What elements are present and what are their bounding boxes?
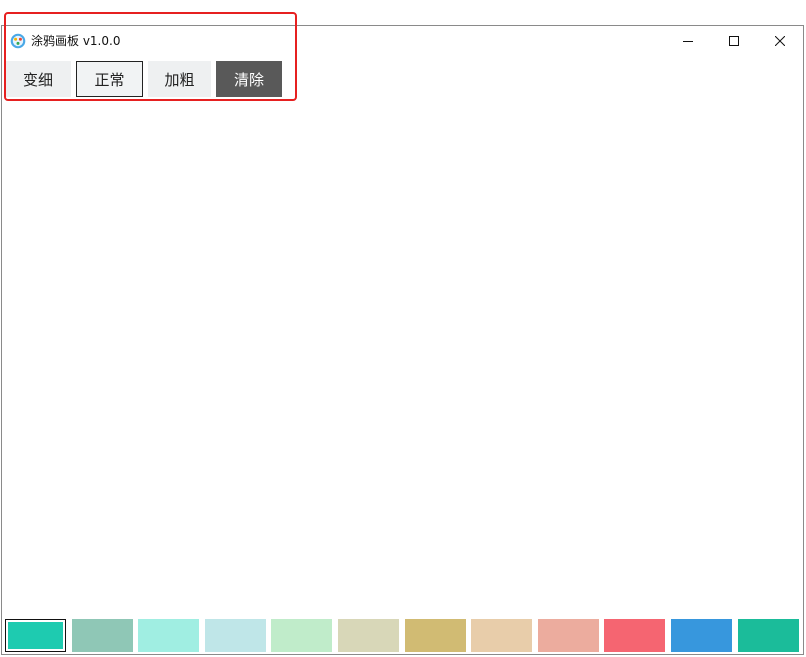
color-swatch[interactable] (5, 619, 66, 652)
maximize-icon (729, 36, 739, 46)
color-palette (5, 619, 804, 653)
color-swatch[interactable] (138, 619, 200, 652)
color-swatch[interactable] (604, 619, 666, 652)
app-window: 涂鸦画板 v1.0.0 变细 正常 加粗 清除 (1, 25, 804, 655)
color-swatch[interactable] (271, 619, 333, 652)
app-logo-icon (10, 33, 26, 49)
thicker-button[interactable]: 加粗 (148, 61, 211, 97)
window-controls (665, 26, 803, 56)
title-bar: 涂鸦画板 v1.0.0 (2, 26, 803, 56)
clear-button[interactable]: 清除 (216, 61, 282, 97)
close-icon (775, 36, 785, 46)
color-swatch[interactable] (404, 619, 466, 652)
color-swatch[interactable] (670, 619, 732, 652)
minimize-icon (683, 41, 693, 42)
toolbar: 变细 正常 加粗 清除 (5, 59, 287, 99)
screen: 涂鸦画板 v1.0.0 变细 正常 加粗 清除 (0, 0, 806, 657)
color-swatch[interactable] (537, 619, 599, 652)
maximize-button[interactable] (711, 26, 757, 56)
color-swatch[interactable] (471, 619, 533, 652)
drawing-canvas[interactable] (2, 101, 803, 615)
thinner-button[interactable]: 变细 (5, 61, 71, 97)
color-swatch[interactable] (337, 619, 399, 652)
normal-button[interactable]: 正常 (76, 61, 143, 97)
window-title: 涂鸦画板 v1.0.0 (31, 34, 121, 48)
color-swatch[interactable] (204, 619, 266, 652)
color-swatch[interactable] (737, 619, 799, 652)
color-swatch[interactable] (71, 619, 133, 652)
minimize-button[interactable] (665, 26, 711, 56)
close-button[interactable] (757, 26, 803, 56)
